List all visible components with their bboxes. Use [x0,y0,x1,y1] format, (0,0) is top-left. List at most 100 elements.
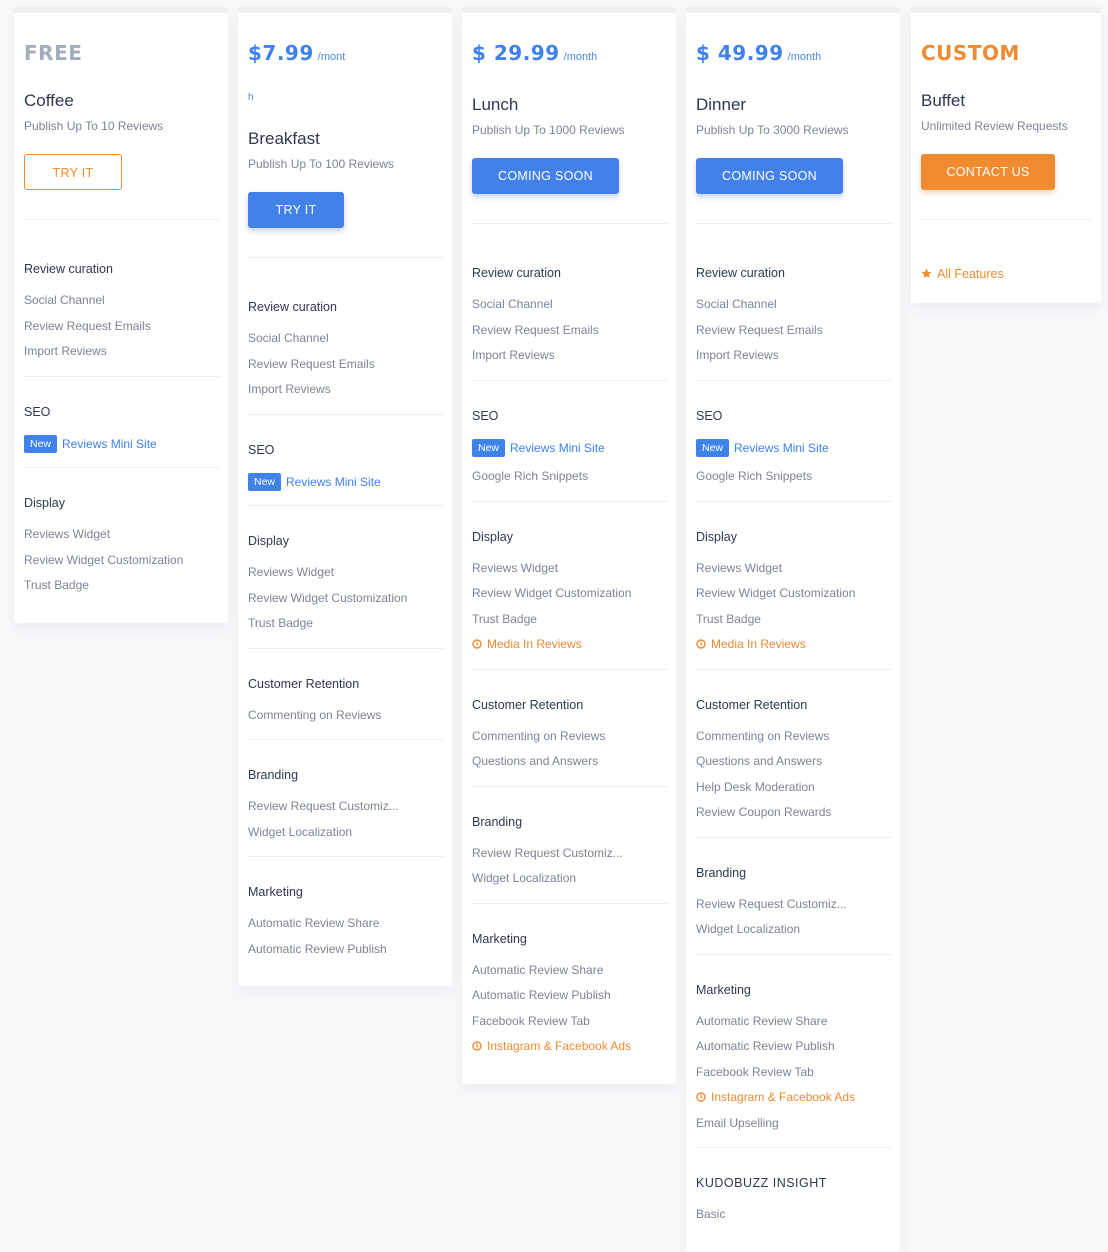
feature-item: Review Widget Customization [248,590,408,605]
feature-item: Import Reviews [24,344,107,358]
feature-item: Reviews Widget [696,560,783,575]
feature-item: Review Widget Customization [24,552,184,567]
feature-item: Commenting on Reviews [248,707,382,722]
section-title: Display [696,529,737,544]
section-title: Customer Retention [472,697,584,712]
feature-item[interactable]: New Reviews Mini Site [248,470,443,496]
section-title: Review curation [248,300,337,314]
feature-label: Reviews Mini Site [510,440,605,455]
feature-item: Commenting on Reviews [472,728,606,743]
try-it-button[interactable]: TRY IT [248,192,344,228]
feature-item: Review Request Customiz... [248,799,399,813]
section-title: SEO [248,442,275,457]
price-period: /mont [317,51,346,63]
feature-item: Facebook Review Tab [472,1013,590,1028]
section-display: Display Reviews Widget Review Widget Cus… [472,502,667,670]
try-it-button[interactable]: TRY IT [24,154,122,190]
price-row: $ 49.99/month [696,13,891,91]
feature-item: Social Channel [472,297,553,311]
feature-label: Reviews Mini Site [734,440,829,455]
section-display: Display Reviews Widget Review Widget Cus… [248,506,443,649]
price-row: CUSTOM [921,13,1092,91]
feature-item: Automatic Review Share [696,1013,828,1028]
section-seo: SEO New Reviews Mini Site Google Rich Sni… [472,381,667,502]
feature-label: Instagram & Facebook Ads [711,1090,856,1104]
feature-item: Email Upselling [696,1115,779,1130]
plan-card-coffee: FREE Coffee Publish Up To 10 Reviews TRY… [14,7,228,623]
feature-item: Widget Localization [248,824,353,839]
section-title: Customer Retention [248,676,360,691]
all-features-link[interactable]: All Features [921,267,1092,281]
feature-item: Reviews Widget [248,565,335,579]
plan-card-breakfast: $7.99/mont h Breakfast Publish Up To 100… [238,7,452,986]
section-branding: Branding Review Request Customiz... Widg… [472,787,667,904]
feature-item: Basic [696,1207,726,1221]
section-kudobuzz-insight: KUDOBUZZ INSIGHT Basic [696,1148,891,1228]
feature-item[interactable]: New Reviews Mini Site [696,436,891,462]
feature-item: Social Channel [696,297,777,311]
all-features-label: All Features [937,267,1004,281]
feature-item[interactable]: New Reviews Mini Site [472,436,667,462]
feature-label: Instagram & Facebook Ads [487,1039,632,1053]
section-seo: SEO New Reviews Mini Site Google Rich Sni… [696,381,891,502]
feature-item: Reviews Widget [472,560,559,575]
price-period-wrap: h [248,92,254,103]
feature-item: Questions and Answers [696,754,823,768]
contact-us-button[interactable]: CONTACT US [921,154,1055,190]
divider [921,219,1092,220]
feature-item: Automatic Review Publish [248,941,387,956]
feature-item: Widget Localization [472,871,577,885]
section-review-curation: Review curation Social Channel Review Re… [472,224,667,381]
plan-price: FREE [24,41,83,65]
coming-soon-button[interactable]: COMING SOON [696,158,843,194]
section-title: SEO [696,408,723,423]
feature-item: Trust Badge [472,611,537,626]
section-review-curation: Review curation Social Channel Review Re… [696,224,891,381]
new-badge: New [248,473,282,492]
feature-item[interactable]: New Reviews Mini Site [24,432,219,458]
plan-description: Publish Up To 3000 Reviews [696,123,849,137]
section-branding: Branding Review Request Customiz... Widg… [248,740,443,857]
feature-item-coming-soon: Media In Reviews [696,632,891,658]
section-title: SEO [472,408,499,423]
feature-label: Media In Reviews [711,637,806,651]
feature-item: Import Reviews [696,348,779,362]
plan-card-dinner: $ 49.99/month Dinner Publish Up To 3000 … [686,7,900,1252]
price-row: $7.99/mont h [248,13,443,103]
coming-soon-button[interactable]: COMING SOON [472,158,619,194]
section-display: Display Reviews Widget Review Widget Cus… [696,502,891,670]
section-marketing: Marketing Automatic Review Share Automat… [696,955,891,1148]
feature-item: Automatic Review Share [472,962,604,977]
section-customer-retention: Customer Retention Commenting on Reviews… [472,670,667,787]
plan-name: Coffee [24,91,74,110]
plan-card-buffet: CUSTOM Buffet Unlimited Review Requests … [911,7,1101,303]
section-title: Marketing [472,931,527,946]
section-branding: Branding Review Request Customiz... Widg… [696,838,891,955]
plan-price: $ 29.99 [472,41,560,65]
plan-description: Unlimited Review Requests [921,119,1068,133]
feature-item: Automatic Review Share [248,916,380,930]
feature-item: Help Desk Moderation [696,779,815,794]
feature-item: Facebook Review Tab [696,1064,814,1079]
plan-price: $7.99 [248,41,314,65]
feature-item: Trust Badge [24,578,89,592]
price-period: /month [563,51,598,63]
section-customer-retention: Customer Retention Commenting on Reviews [248,649,443,740]
feature-item: Review Coupon Rewards [696,805,832,819]
feature-item: Reviews Widget [24,527,111,541]
feature-item: Review Request Emails [24,318,151,333]
clock-icon [696,639,706,649]
feature-label: Reviews Mini Site [62,436,157,451]
clock-icon [472,639,482,649]
feature-item: Social Channel [24,293,105,307]
feature-item-coming-soon: Media In Reviews [472,632,667,658]
feature-item: Automatic Review Publish [696,1039,835,1053]
section-title: Review curation [472,266,561,280]
plan-name: Dinner [696,95,747,114]
section-title: Display [472,529,513,544]
plan-card-lunch: $ 29.99/month Lunch Publish Up To 1000 R… [462,7,676,1084]
plan-price: CUSTOM [921,41,1020,65]
section-marketing: Marketing Automatic Review Share Automat… [472,904,667,1060]
feature-item: Review Request Customiz... [696,896,847,911]
new-badge: New [696,439,730,458]
